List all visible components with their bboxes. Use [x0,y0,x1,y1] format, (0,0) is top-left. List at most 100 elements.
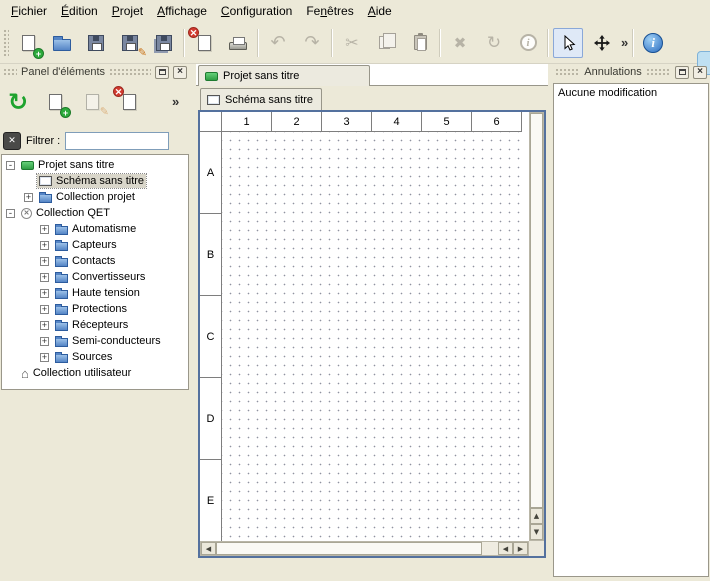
filter-input[interactable] [65,132,169,150]
tree-item-label: Contacts [72,255,115,267]
undo-list-panel[interactable]: Aucune modification [553,83,709,577]
expander-icon[interactable]: + [40,321,49,330]
undo-button[interactable]: ↶ [263,28,293,58]
scroll-left-button-2[interactable]: ◀ [498,542,513,555]
ruler-row-label: B [200,214,222,296]
vertical-scrollbar-thumb[interactable] [530,113,543,508]
rotate-icon: ↻ [487,33,501,53]
tree-item-collection-projet[interactable]: + Collection projet [2,189,188,205]
horizontal-scrollbar-thumb[interactable] [216,542,482,555]
tree-item-content: Protections [53,302,129,316]
expander-icon[interactable]: + [40,337,49,346]
tree-item-projet-sans-titre[interactable]: - Projet sans titre [2,157,188,173]
tree-item-schema-sans-titre[interactable]: Schéma sans titre [2,173,188,189]
cut-button[interactable]: ✂ [337,28,367,58]
tree-item-haute-tension[interactable]: + Haute tension [2,285,188,301]
scroll-down-button[interactable]: ▼ [530,524,543,540]
redo-button[interactable]: ↷ [297,28,327,58]
undo-empty-text: Aucune modification [558,87,657,99]
scrollbar-track[interactable] [482,542,498,555]
save-as-button[interactable]: ✎ [115,28,145,58]
expander-icon[interactable]: + [40,305,49,314]
project-tab-bar: Projet sans titre [196,64,548,86]
menu-edition[interactable]: Édition [54,2,105,20]
expander-icon[interactable]: + [40,241,49,250]
reload-collections-button[interactable]: ↻ [2,86,34,118]
delete-element-button[interactable]: ✕ [113,86,145,118]
tree-item-capteurs[interactable]: + Capteurs [2,237,188,253]
ruler-column-label: 4 [372,112,422,132]
expander-icon[interactable]: - [6,209,15,218]
float-icon [159,69,166,75]
paste-button[interactable] [405,28,435,58]
tree-item-convertisseurs[interactable]: + Convertisseurs [2,269,188,285]
right-dock-titlebar[interactable]: Annulations × [552,64,710,80]
tree-item-label: Protections [72,303,127,315]
save-all-button[interactable] [149,28,179,58]
left-dock-titlebar[interactable]: Panel d'éléments × [0,64,190,80]
tree-item-semi-conducteurs[interactable]: + Semi-conducteurs [2,333,188,349]
new-file-button[interactable]: + [13,28,43,58]
elements-panel-toolbar: ↻ + ✎ ✕ [2,84,145,120]
tree-item-label: Récepteurs [72,319,128,331]
expander-icon[interactable]: - [6,161,15,170]
scroll-up-button[interactable]: ▲ [530,508,543,524]
menu-projet[interactable]: Projet [105,2,150,20]
schema-grid-canvas[interactable] [222,132,522,541]
move-button[interactable] [587,28,617,58]
scroll-left-button[interactable]: ◀ [201,542,216,555]
undo-history-dock: Annulations × Aucune modification [552,64,710,581]
dock-float-button[interactable] [675,66,689,79]
tree-item-collection-qet[interactable]: - Collection QET [2,205,188,221]
expander-icon[interactable]: + [40,353,49,362]
pointer-select-button[interactable] [553,28,583,58]
horizontal-scrollbar[interactable]: ◀ ◀ ▶ [200,541,529,556]
expander-icon[interactable]: + [40,273,49,282]
redo-icon: ↷ [304,32,319,53]
toolbar-more-chevron[interactable]: » [621,35,628,50]
toolbar-drag-handle[interactable] [3,29,9,57]
new-element-button[interactable]: + [39,86,71,118]
open-button[interactable] [47,28,77,58]
about-info-button[interactable]: i [638,28,668,58]
vertical-scrollbar[interactable]: ▲ ▼ [529,112,544,541]
panel-more-chevron[interactable]: » [172,94,179,109]
element-info-button[interactable]: i [513,28,543,58]
menu-fenetres[interactable]: Fenêtres [299,2,360,20]
tab-projet-sans-titre[interactable]: Projet sans titre [198,65,370,86]
expander-icon[interactable]: + [40,289,49,298]
tree-item-content: Récepteurs [53,318,130,332]
folder-icon [55,274,68,283]
clear-filter-button[interactable]: ✕ [3,132,21,150]
rotate-button[interactable]: ↻ [479,28,509,58]
scroll-right-button[interactable]: ▶ [513,542,528,555]
tree-item-automatisme[interactable]: + Automatisme [2,221,188,237]
menu-configuration[interactable]: Configuration [214,2,299,20]
tree-item-collection-utilisateur[interactable]: Collection utilisateur [2,365,188,381]
copy-button[interactable] [371,28,401,58]
save-button[interactable] [81,28,111,58]
expander-icon[interactable]: + [40,257,49,266]
menu-affichage[interactable]: Affichage [150,2,214,20]
mdi-area: Projet sans titre Schéma sans titre 1 2 … [196,64,548,581]
delete-button[interactable]: ✖ [445,28,475,58]
expander-icon[interactable]: + [24,193,33,202]
toolbar-separator [183,29,185,57]
edit-element-button[interactable]: ✎ [76,86,108,118]
tree-item-sources[interactable]: + Sources [2,349,188,365]
tree-item-contacts[interactable]: + Contacts [2,253,188,269]
dock-close-button[interactable]: × [693,66,707,79]
dock-float-button[interactable] [155,66,169,79]
menu-aide[interactable]: Aide [361,2,399,20]
tree-item-recepteurs[interactable]: + Récepteurs [2,317,188,333]
schema-icon [39,176,52,186]
tree-item-protections[interactable]: + Protections [2,301,188,317]
expander-icon[interactable]: + [40,225,49,234]
tab-schema-sans-titre[interactable]: Schéma sans titre [200,88,322,110]
tree-item-label: Collection utilisateur [33,367,131,379]
menu-fichier[interactable]: Fichier [4,2,54,20]
close-file-button[interactable]: ✕ [189,28,219,58]
dock-close-button[interactable]: × [173,66,187,79]
toolbar-separator [257,29,259,57]
print-button[interactable] [223,28,253,58]
